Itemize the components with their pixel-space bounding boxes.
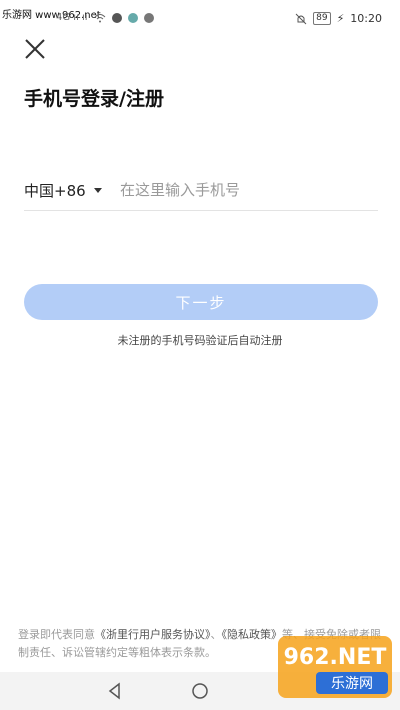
back-icon[interactable] (106, 682, 124, 700)
charging-icon: ⚡ (336, 12, 345, 25)
watermark-logo: 962.NET 乐游网 (278, 636, 392, 698)
close-icon[interactable] (22, 36, 48, 62)
country-code-selector[interactable]: 中国+86 (24, 180, 102, 201)
privacy-policy-link[interactable]: 《隐私政策》 (222, 628, 283, 641)
service-agreement-link[interactable]: 《浙里行用户服务协议》 (95, 628, 211, 641)
country-code-label: 中国+86 (24, 182, 86, 200)
wifi-icon (94, 13, 105, 22)
signal-icons: 4G ıı ıı (56, 12, 154, 23)
carrier-icons: 4G ıı ıı (56, 12, 88, 23)
logo-sub: 乐游网 (331, 676, 373, 692)
status-right: 89 ⚡ 10:20 (295, 12, 382, 25)
status-bar: 乐游网 www.962.net 4G ıı ıı 89 ⚡ 10:20 (0, 0, 400, 40)
clock: 10:20 (350, 12, 382, 25)
terms-separator: 、 (210, 628, 222, 641)
page-title: 手机号登录/注册 (24, 88, 164, 110)
app-icon (143, 12, 154, 23)
battery-icon: 89 (313, 12, 331, 25)
home-icon[interactable] (191, 682, 209, 700)
app-icon (127, 12, 138, 23)
next-button[interactable]: 下一步 (24, 284, 378, 320)
auto-register-hint: 未注册的手机号码验证后自动注册 (117, 334, 283, 347)
app-icon (111, 12, 122, 23)
mute-icon (295, 13, 307, 24)
caret-down-icon (93, 188, 102, 193)
phone-row: 中国+86 (24, 172, 378, 211)
logo-brand: 962.NET (284, 645, 387, 670)
terms-prefix: 登录即代表同意 (18, 628, 95, 641)
phone-input[interactable] (118, 176, 372, 204)
